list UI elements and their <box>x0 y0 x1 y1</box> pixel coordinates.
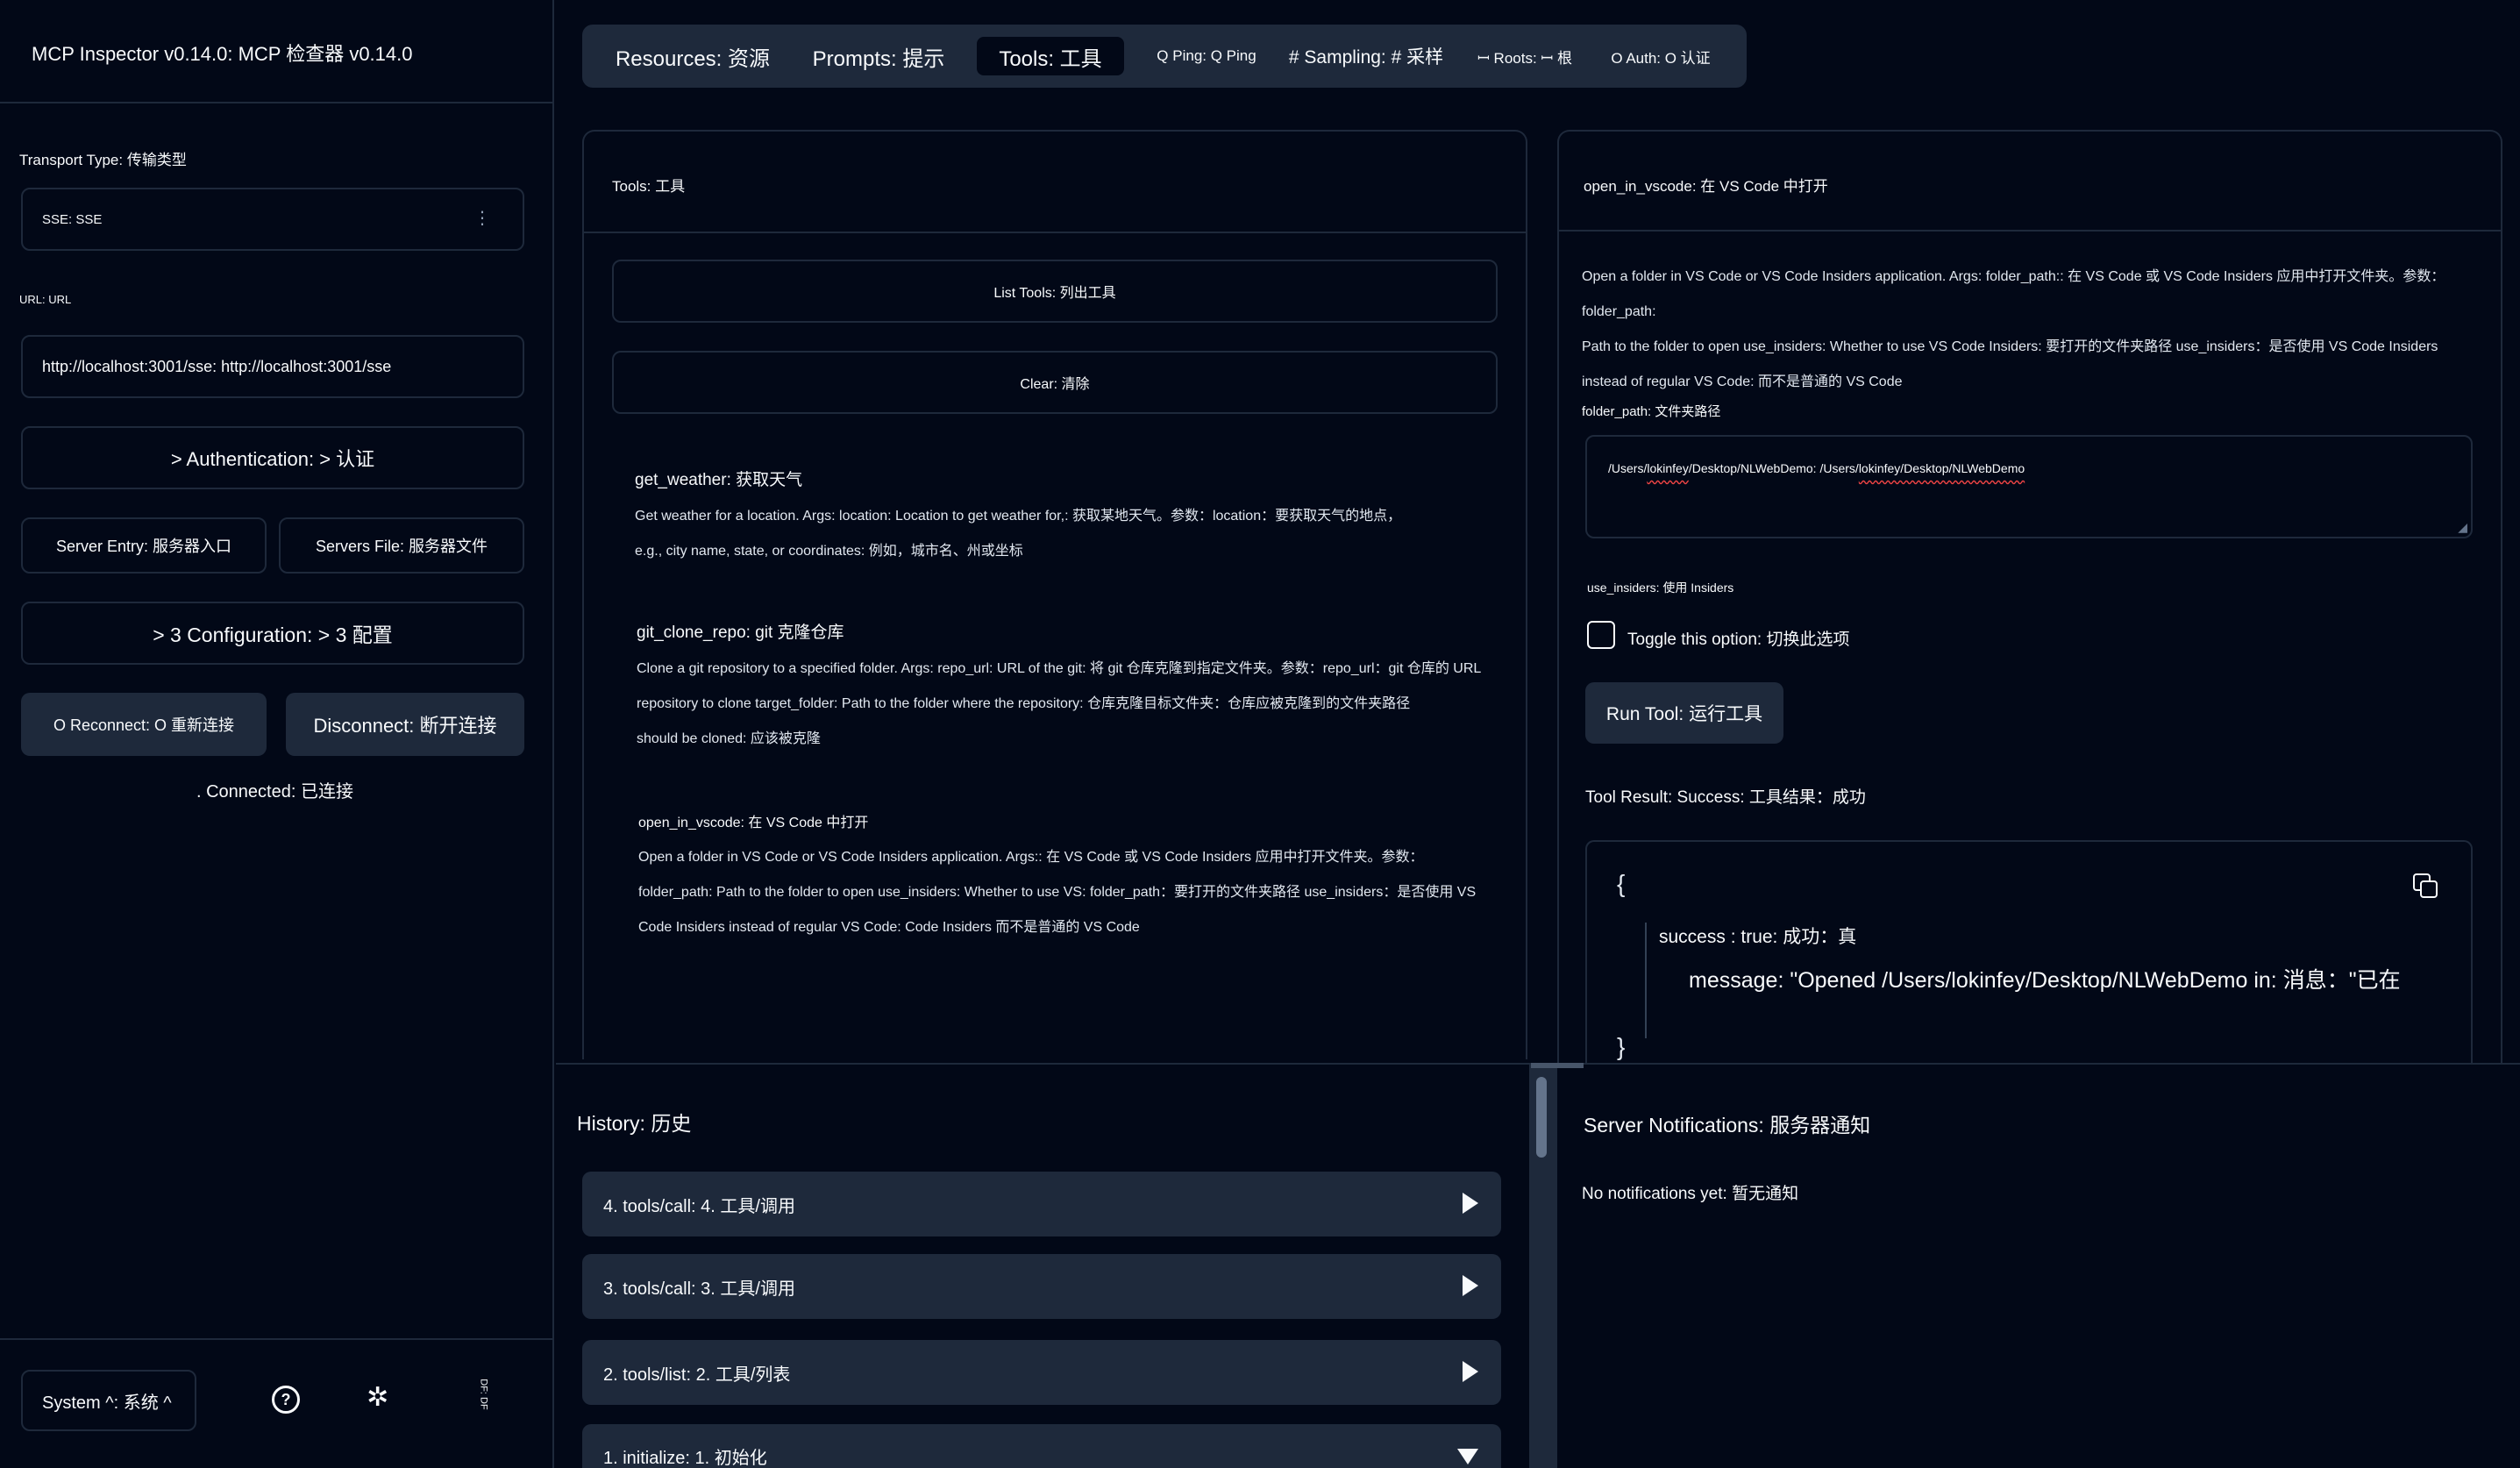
toggle-option-label: Toggle this option: 切换此选项 <box>1627 631 1850 649</box>
resize-handle[interactable] <box>1531 1063 1584 1068</box>
app-title: MCP Inspector v0.14.0: MCP 检查器 v0.14.0 <box>32 43 413 65</box>
history-item[interactable]: 3. tools/call: 3. 工具/调用 <box>582 1254 1501 1319</box>
chevron-down-icon <box>1457 1449 1478 1464</box>
tab-resources[interactable]: Resources: 资源 <box>607 37 779 75</box>
tool-item-git-clone-repo[interactable]: git_clone_repo: git 克隆仓库 Clone a git rep… <box>637 619 1496 757</box>
server-entry-button[interactable]: Server Entry: 服务器入口 <box>21 517 267 574</box>
tab-sampling[interactable]: # Sampling: # 采样 <box>1278 37 1454 75</box>
history-item[interactable]: 4. tools/call: 4. 工具/调用 <box>582 1172 1501 1236</box>
no-notifications-text: No notifications yet: 暂无通知 <box>1582 1185 1799 1203</box>
tool-detail-divider <box>1559 230 2501 232</box>
configuration-button[interactable]: > 3 Configuration: > 3 配置 <box>21 602 524 665</box>
tool-name: open_in_vscode: 在 VS Code 中打开 <box>638 816 869 830</box>
tool-detail-description: Open a folder in VS Code or VS Code Insi… <box>1582 269 2445 389</box>
extra-label: DF: DF <box>478 1379 489 1410</box>
transport-type-select[interactable]: SSE: SSE ⋮ <box>21 188 524 251</box>
tab-auth[interactable]: O Auth: O 认证 <box>1591 37 1731 75</box>
tab-ping[interactable]: Q Ping: Q Ping <box>1136 37 1277 75</box>
clear-tools-button[interactable]: Clear: 清除 <box>612 351 1498 414</box>
tool-description-line: Code Insiders instead of regular VS Code… <box>638 920 1140 935</box>
resize-handle-icon[interactable]: ◢ <box>2458 520 2467 535</box>
json-message-line: message: "Opened /Users/lokinfey/Desktop… <box>1684 959 2406 998</box>
chevron-right-icon <box>1463 1193 1478 1214</box>
tool-description-line: folder_path: Path to the folder to open … <box>638 885 1477 900</box>
json-open-brace: { <box>1617 870 1626 897</box>
tools-panel-title: Tools: 工具 <box>612 178 686 195</box>
reconnect-button[interactable]: O Reconnect: O 重新连接 <box>21 693 267 756</box>
tab-prompts[interactable]: Prompts: 提示 <box>793 37 965 75</box>
chevron-right-icon <box>1463 1275 1478 1296</box>
history-scrollbar-thumb[interactable] <box>1536 1077 1547 1158</box>
tool-name: git_clone_repo: git 克隆仓库 <box>637 624 844 642</box>
tool-description-line: Clone a git repository to a specified fo… <box>637 661 1482 676</box>
tab-roots[interactable]: ꟷ Roots: ꟷ 根 <box>1459 37 1591 75</box>
tool-description-line: should be cloned: 应该被克隆 <box>637 731 821 746</box>
tool-description-line: Open a folder in VS Code or VS Code Insi… <box>638 850 1424 865</box>
theme-select[interactable]: System ^: 系统 ^ <box>21 1370 196 1431</box>
tools-panel-divider <box>584 232 1526 233</box>
tool-description-line: e.g., city name, state, or coordinates: … <box>635 544 1023 559</box>
transport-type-value: SSE: SSE <box>42 211 103 227</box>
chevron-right-icon <box>1463 1361 1478 1382</box>
url-input[interactable]: http://localhost:3001/sse: http://localh… <box>21 335 524 398</box>
connection-status: . Connected: 已连接 <box>196 782 353 802</box>
url-label: URL: URL <box>19 293 72 306</box>
servers-file-button[interactable]: Servers File: 服务器文件 <box>279 517 524 574</box>
authentication-button[interactable]: > Authentication: > 认证 <box>21 426 524 489</box>
use-insiders-checkbox[interactable] <box>1587 621 1615 649</box>
copy-icon[interactable] <box>2413 873 2439 900</box>
disconnect-button[interactable]: Disconnect: 断开连接 <box>286 693 524 756</box>
run-tool-button[interactable]: Run Tool: 运行工具 <box>1585 682 1783 744</box>
folder-path-label: folder_path: 文件夹路径 <box>1582 404 1721 419</box>
tool-result-label: Tool Result: Success: 工具结果：成功 <box>1585 788 1866 807</box>
tool-item-get-weather[interactable]: get_weather: 获取天气 Get weather for a loca… <box>635 467 1494 569</box>
sidebar-footer-divider <box>0 1338 552 1340</box>
sidebar-divider <box>0 102 552 103</box>
tool-detail-title: open_in_vscode: 在 VS Code 中打开 <box>1584 178 1828 195</box>
tool-name: get_weather: 获取天气 <box>635 471 803 489</box>
bug-icon[interactable]: ✲ <box>367 1382 388 1414</box>
tool-result-box: { success : true: 成功：真 message: "Opened … <box>1585 840 2473 1065</box>
history-title: History: 历史 <box>577 1112 692 1135</box>
tab-bar: Resources: 资源 Prompts: 提示 Tools: 工具 Q Pi… <box>582 25 1747 88</box>
server-notifications-title: Server Notifications: 服务器通知 <box>1584 1114 1871 1137</box>
use-insiders-label: use_insiders: 使用 Insiders <box>1587 581 1734 595</box>
json-indent-guide <box>1645 923 1647 1038</box>
tab-tools[interactable]: Tools: 工具 <box>977 37 1124 75</box>
json-close-brace: } <box>1617 1033 1626 1060</box>
more-vertical-icon: ⋮ <box>473 209 491 228</box>
tool-description-line: Get weather for a location. Args: locati… <box>635 509 1402 524</box>
list-tools-button[interactable]: List Tools: 列出工具 <box>612 260 1498 323</box>
history-item[interactable]: 1. initialize: 1. 初始化 <box>582 1424 1501 1468</box>
json-success-line: success : true: 成功：真 <box>1659 927 1857 947</box>
history-item[interactable]: 2. tools/list: 2. 工具/列表 <box>582 1340 1501 1405</box>
tool-description-line: repository to clone target_folder: Path … <box>637 696 1411 711</box>
transport-type-label: Transport Type: 传输类型 <box>19 152 187 168</box>
help-icon[interactable]: ? <box>272 1386 300 1414</box>
tool-item-open-in-vscode[interactable]: open_in_vscode: 在 VS Code 中打开 Open a fol… <box>638 810 1498 945</box>
folder-path-textarea[interactable]: /Users/lokinfey/Desktop/NLWebDemo: /User… <box>1585 435 2473 538</box>
